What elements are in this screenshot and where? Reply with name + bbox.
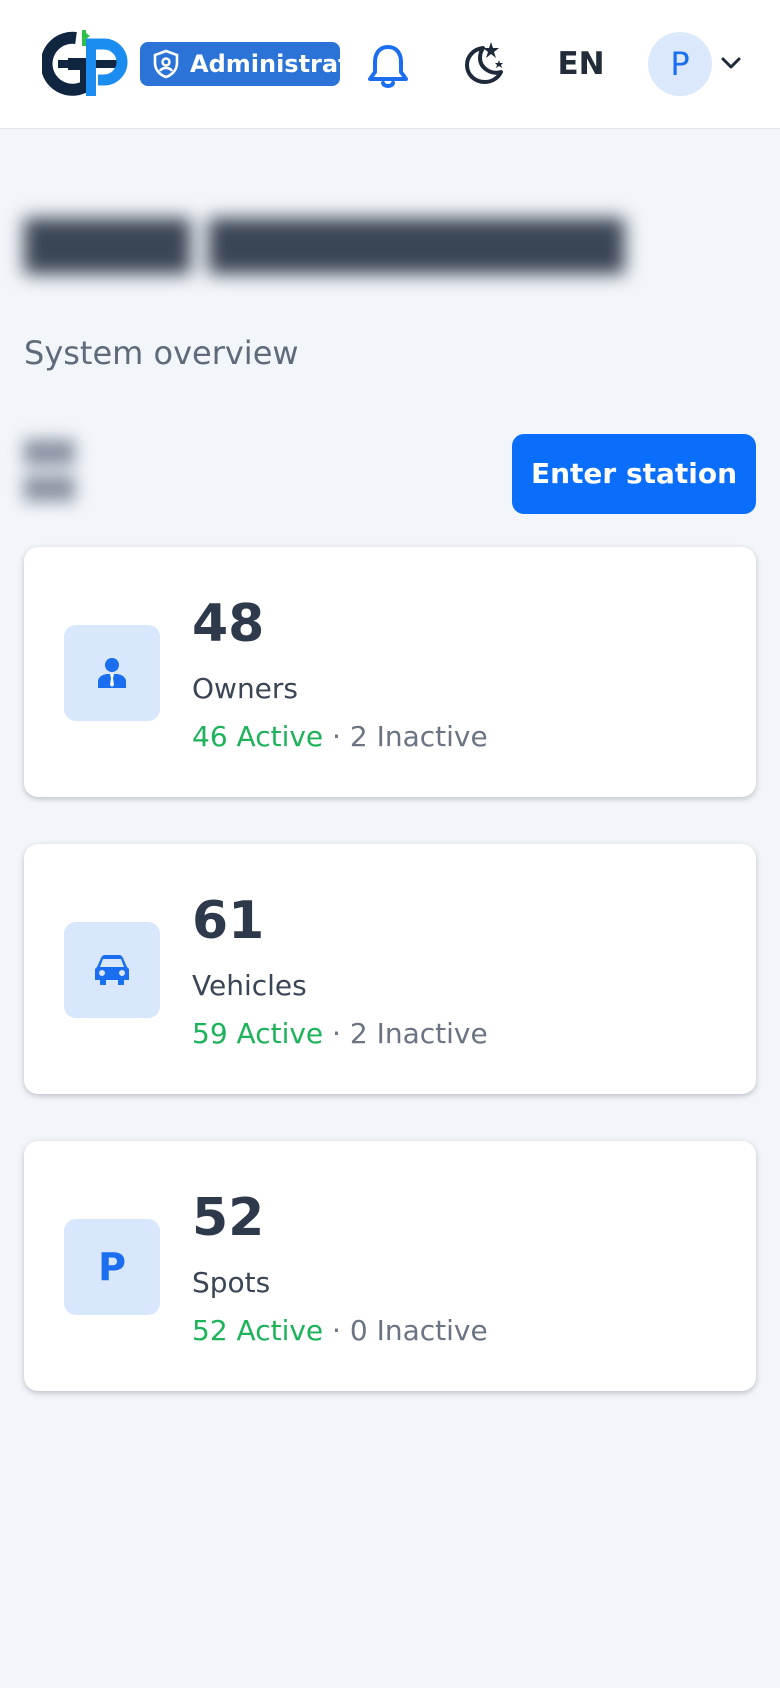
top-bar: Administrat EN P [0,0,780,129]
bell-icon[interactable] [366,42,410,90]
avatar[interactable]: P [648,32,712,96]
vehicles-label: Vehicles [192,969,307,1002]
stat-card-vehicles[interactable]: 61 Vehicles 59 Active · 2 Inactive [24,844,756,1094]
owners-count: 48 [192,594,265,654]
active-count: 52 Active [192,1314,324,1347]
active-count: 59 Active [192,1017,324,1050]
spots-stats: 52 Active · 0 Inactive [192,1311,488,1351]
separator: · [332,720,341,753]
moon-icon[interactable] [461,40,505,86]
shield-icon [153,49,179,79]
inactive-count: 2 Inactive [349,1017,488,1050]
stat-card-spots[interactable]: P 52 Spots 52 Active · 0 Inactive [24,1141,756,1391]
parking-icon: P [98,1245,126,1289]
parking-icon-box: P [64,1219,160,1315]
stat-card-owners[interactable]: 48 Owners 46 Active · 2 Inactive [24,547,756,797]
spots-count: 52 [192,1188,265,1248]
chevron-down-icon[interactable] [720,54,742,72]
car-icon-box [64,922,160,1018]
redacted-meta: ███ ███ [24,441,75,502]
role-badge[interactable]: Administrat [140,42,340,86]
owner-icon [98,658,126,688]
vehicles-stats: 59 Active · 2 Inactive [192,1014,488,1054]
inactive-count: 0 Inactive [349,1314,488,1347]
vehicles-count: 61 [192,891,265,951]
page-subtitle: System overview [24,334,299,372]
active-count: 46 Active [192,720,324,753]
spots-label: Spots [192,1266,271,1299]
car-icon [95,955,129,985]
enter-station-button[interactable]: Enter station [512,434,756,514]
owner-icon-box [64,625,160,721]
inactive-count: 2 Inactive [349,720,488,753]
app-logo[interactable] [42,30,132,98]
owners-stats: 46 Active · 2 Inactive [192,717,488,757]
separator: · [332,1017,341,1050]
owners-label: Owners [192,672,299,705]
role-badge-label: Administrat [190,50,340,78]
separator: · [332,1314,341,1347]
language-switcher[interactable]: EN [556,44,606,84]
greeting-heading: ████ ██████████ [24,218,625,274]
